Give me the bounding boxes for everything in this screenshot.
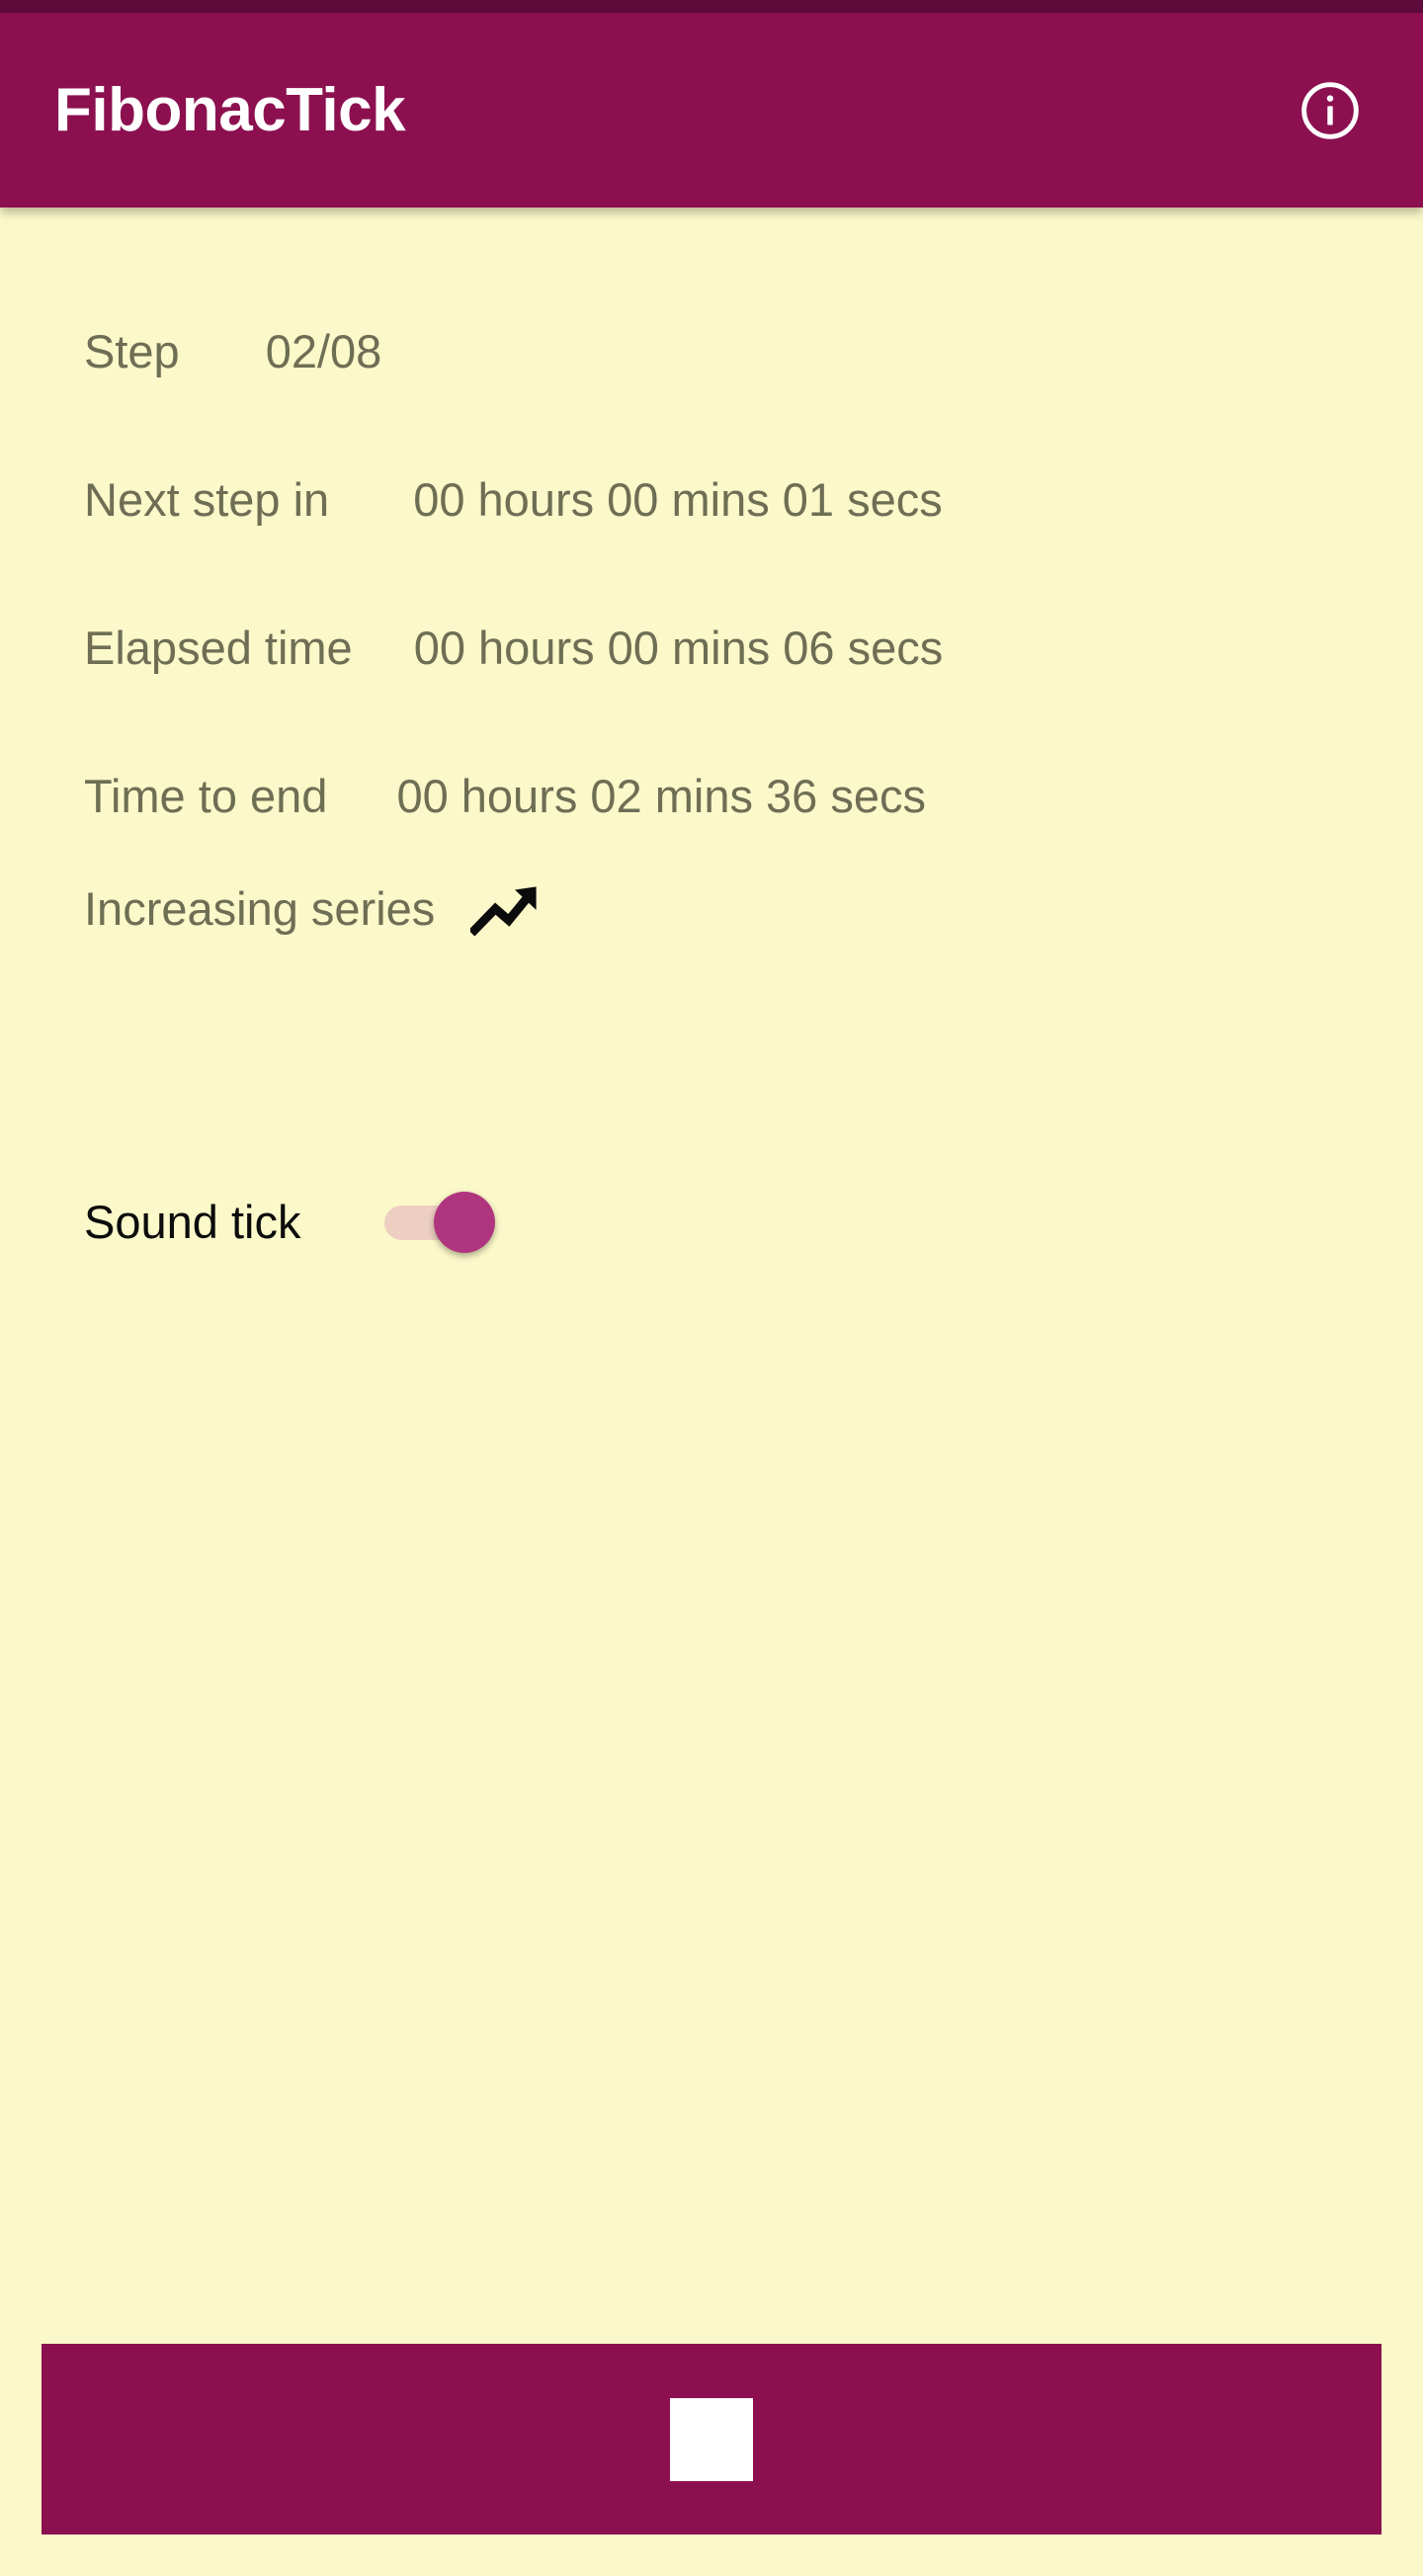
- main-content: Step 02/08 Next step in 00 hours 00 mins…: [0, 208, 1423, 2576]
- sound-tick-row[interactable]: Sound tick: [84, 1192, 496, 1253]
- sound-tick-toggle[interactable]: [384, 1192, 496, 1253]
- app-screen: FibonacTick Step 02/08 Next step in 00 h…: [0, 0, 1423, 2576]
- time-to-end-value: 00 hours 02 mins 36 secs: [396, 770, 927, 822]
- trending-up-icon[interactable]: [470, 877, 544, 939]
- next-step-value: 00 hours 00 mins 01 secs: [413, 473, 943, 526]
- step-row: Step 02/08: [84, 328, 381, 374]
- step-label: Step: [84, 325, 180, 377]
- elapsed-time-value: 00 hours 00 mins 06 secs: [413, 622, 944, 674]
- info-circle-icon[interactable]: [1283, 63, 1378, 158]
- sound-tick-label: Sound tick: [84, 1196, 301, 1248]
- next-step-label: Next step in: [84, 473, 330, 526]
- elapsed-time-label: Elapsed time: [84, 622, 353, 674]
- step-value: 02/08: [265, 325, 382, 377]
- toggle-thumb: [434, 1192, 496, 1253]
- series-direction-label: Increasing series: [84, 881, 436, 935]
- time-to-end-row: Time to end 00 hours 02 mins 36 secs: [84, 773, 926, 819]
- page-title: FibonacTick: [54, 75, 406, 144]
- elapsed-time-row: Elapsed time 00 hours 00 mins 06 secs: [84, 624, 943, 671]
- next-step-row: Next step in 00 hours 00 mins 01 secs: [84, 476, 943, 523]
- time-to-end-label: Time to end: [84, 770, 328, 822]
- series-direction-row[interactable]: Increasing series: [84, 877, 544, 939]
- stop-square-icon: [670, 2397, 753, 2481]
- status-bar: [0, 0, 1423, 13]
- stop-button[interactable]: [42, 2344, 1381, 2534]
- app-bar: FibonacTick: [0, 13, 1423, 208]
